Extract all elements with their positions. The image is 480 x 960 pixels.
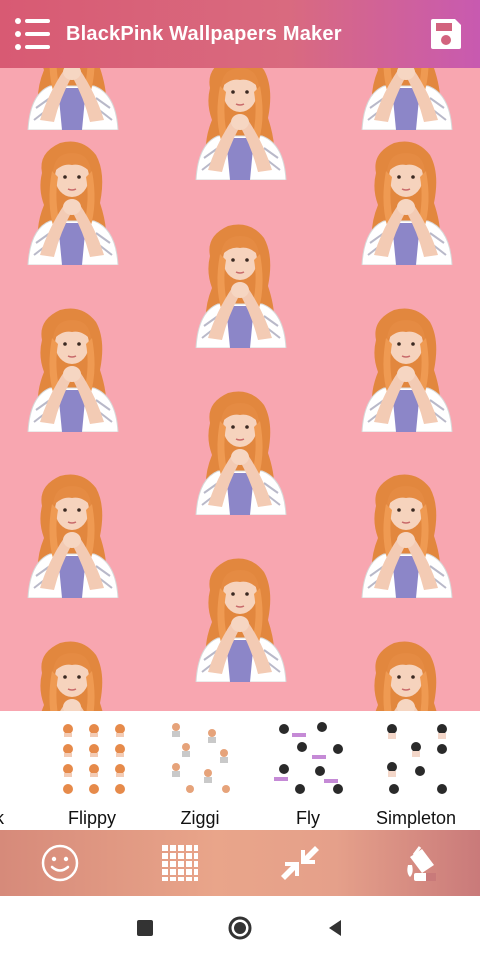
menu-list-icon bbox=[15, 18, 50, 50]
pattern-label: Fly bbox=[296, 808, 320, 828]
pattern-thumbnail bbox=[272, 719, 348, 797]
sticker-image[interactable] bbox=[20, 466, 124, 598]
pattern-selector[interactable]: k Flippy bbox=[0, 711, 480, 830]
pattern-thumbnail bbox=[164, 719, 240, 797]
sticker-image[interactable] bbox=[354, 633, 458, 711]
paint-button[interactable] bbox=[390, 833, 450, 893]
sticker-image[interactable] bbox=[354, 466, 458, 598]
resize-button[interactable] bbox=[270, 833, 330, 893]
pattern-item[interactable]: k bbox=[0, 711, 14, 830]
pattern-label: Simpleton bbox=[375, 808, 457, 828]
pattern-item[interactable]: Fly bbox=[268, 711, 368, 830]
sticker-image[interactable] bbox=[188, 383, 292, 515]
pattern-label: Flippy bbox=[67, 808, 116, 828]
square-icon[interactable] bbox=[135, 918, 155, 938]
paint-bucket-icon bbox=[407, 846, 436, 881]
smiley-icon bbox=[41, 844, 79, 882]
sticker-image[interactable] bbox=[20, 633, 124, 711]
pattern-thumbnail bbox=[56, 719, 132, 797]
pattern-thumbnail bbox=[380, 719, 456, 797]
collapse-arrows-icon bbox=[281, 846, 319, 880]
bottom-toolbar bbox=[0, 830, 480, 896]
sticker-image[interactable] bbox=[188, 68, 292, 180]
app-bar: BlackPink Wallpapers Maker bbox=[0, 0, 480, 68]
sticker-image[interactable] bbox=[354, 300, 458, 432]
sticker-image[interactable] bbox=[20, 133, 124, 265]
sticker-image[interactable] bbox=[20, 68, 124, 130]
pattern-item[interactable]: Simpleton bbox=[376, 711, 476, 830]
save-button[interactable] bbox=[426, 14, 466, 54]
app-title: BlackPink Wallpapers Maker bbox=[66, 22, 342, 45]
triangle-back-icon[interactable] bbox=[325, 918, 345, 938]
save-icon bbox=[431, 19, 461, 49]
system-navigation-bar bbox=[0, 896, 480, 960]
pattern-item[interactable]: Flippy bbox=[52, 711, 152, 830]
sticker-image[interactable] bbox=[20, 300, 124, 432]
menu-button[interactable] bbox=[0, 0, 66, 68]
pattern-item[interactable]: Ziggi bbox=[160, 711, 260, 830]
sticker-button[interactable] bbox=[30, 833, 90, 893]
sticker-image[interactable] bbox=[354, 133, 458, 265]
sticker-image[interactable] bbox=[188, 216, 292, 348]
pattern-label: Ziggi bbox=[180, 808, 220, 828]
circle-icon[interactable] bbox=[227, 915, 253, 941]
sticker-image[interactable] bbox=[188, 550, 292, 682]
wallpaper-canvas[interactable] bbox=[0, 68, 480, 711]
pattern-label: k bbox=[0, 808, 4, 829]
grid-icon bbox=[162, 845, 198, 881]
sticker-image[interactable] bbox=[354, 68, 458, 130]
grid-button[interactable] bbox=[150, 833, 210, 893]
